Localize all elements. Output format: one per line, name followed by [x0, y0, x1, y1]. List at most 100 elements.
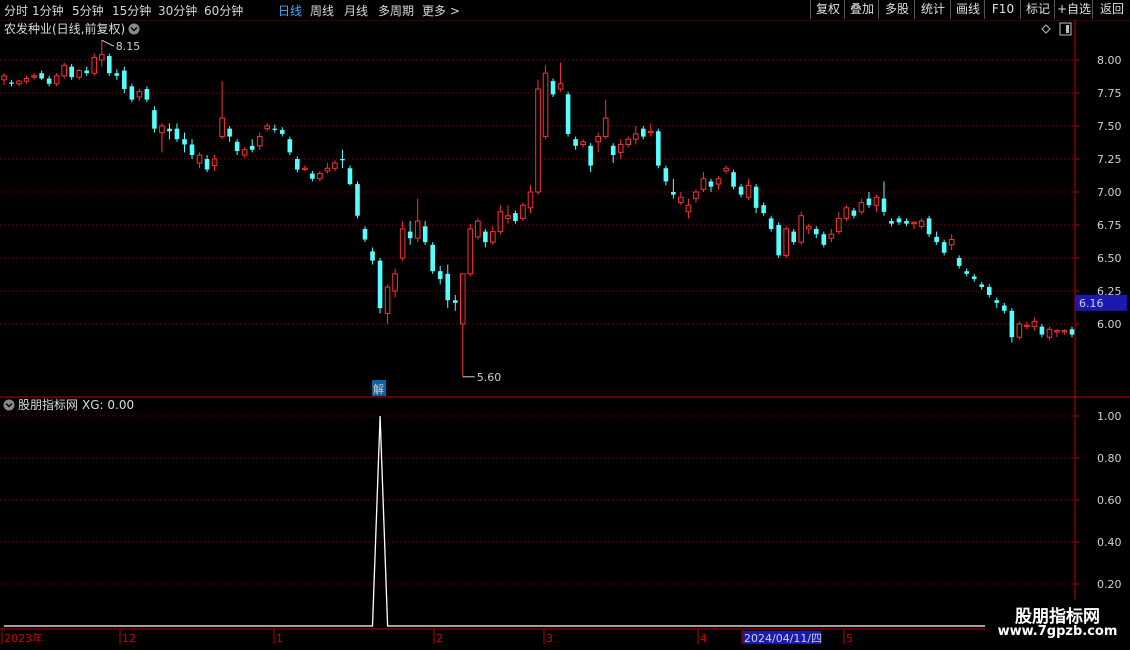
diamond-icon[interactable]: [1041, 24, 1051, 34]
candle-body: [821, 234, 827, 245]
candle-body: [370, 251, 375, 261]
candle-body: [971, 276, 977, 280]
watermark-logo: 股朋指标网 www.7gpzb.com: [985, 600, 1130, 650]
candle: [227, 126, 232, 142]
indicator-panel-title: 股朋指标网: [18, 397, 78, 412]
indicator-menu-icon[interactable]: [3, 399, 15, 411]
candle-body: [279, 129, 285, 134]
period-tab-10[interactable]: 更多 >: [422, 2, 460, 19]
candle-body: [459, 273, 466, 325]
candle: [889, 218, 894, 227]
candle-body: [347, 168, 353, 185]
price-tick-label: 8.00: [1097, 54, 1122, 67]
low-marker-label: 5.60: [477, 371, 502, 384]
period-tab-6[interactable]: 日线: [278, 2, 302, 19]
period-tab-3[interactable]: 15分钟: [112, 2, 151, 19]
candle: [948, 234, 955, 251]
indicator-tick-label: 0.20: [1097, 578, 1122, 591]
candle-body: [23, 77, 30, 82]
candle-body: [678, 196, 684, 204]
candle: [731, 169, 736, 190]
date-label: 1: [276, 632, 283, 645]
candle: [189, 139, 195, 159]
candle: [61, 62, 67, 79]
candle-body: [1009, 310, 1015, 338]
candle: [1, 73, 7, 86]
candle-body: [437, 271, 443, 280]
candle: [249, 139, 255, 153]
candle: [98, 40, 105, 67]
candle: [798, 211, 805, 245]
candle-body: [926, 218, 932, 235]
chevron-down-icon[interactable]: [128, 23, 140, 35]
period-tab-8[interactable]: 月线: [344, 2, 368, 19]
candle-body: [671, 192, 676, 195]
period-tab-5[interactable]: 60分钟: [204, 2, 243, 19]
toolbar-action-1[interactable]: 叠加: [844, 0, 879, 19]
candle-body: [219, 117, 225, 138]
candle: [971, 273, 977, 282]
candle: [843, 205, 850, 222]
candle-body: [1039, 326, 1045, 335]
candle: [129, 83, 135, 103]
candle-body: [430, 244, 436, 272]
candle-body: [520, 204, 526, 219]
toolbar-action-8[interactable]: 返回: [1092, 0, 1130, 19]
candle: [340, 149, 345, 169]
candle: [69, 63, 74, 80]
candle-body: [490, 231, 496, 243]
period-tab-1[interactable]: 1分钟: [32, 2, 64, 19]
candle: [445, 264, 451, 309]
price-tick-label: 6.00: [1097, 318, 1122, 331]
candle: [513, 210, 518, 224]
candle-body: [31, 75, 37, 78]
indicator-menu-icon-bg: [3, 399, 15, 411]
toolbar-action-6[interactable]: 标记: [1020, 0, 1055, 19]
candle: [377, 258, 383, 314]
candle-body: [1061, 330, 1068, 333]
candle: [700, 172, 707, 192]
candle-body: [362, 228, 368, 240]
candle: [422, 221, 428, 245]
period-tab-0[interactable]: 分时: [4, 2, 28, 19]
candle-body: [399, 228, 406, 259]
candle: [196, 152, 203, 169]
period-tab-7[interactable]: 周线: [310, 2, 334, 19]
candle: [550, 78, 556, 97]
candle: [873, 194, 880, 212]
period-tab-9[interactable]: 多周期: [378, 2, 414, 19]
candle: [84, 66, 90, 76]
price-tick-label: 7.00: [1097, 186, 1122, 199]
candle-body: [731, 172, 736, 187]
candle-body: [828, 233, 835, 239]
candle: [715, 176, 722, 190]
candle: [828, 228, 835, 243]
candle-body: [264, 125, 271, 130]
price-tick-label: 6.75: [1097, 219, 1122, 232]
candle: [399, 221, 406, 261]
candle: [738, 184, 744, 198]
candle-body: [355, 184, 360, 216]
toolbar-action-3[interactable]: 统计: [914, 0, 951, 19]
candle: [678, 192, 684, 206]
toolbar-action-2[interactable]: 多股: [878, 0, 915, 19]
candle: [31, 73, 37, 80]
candle-body: [211, 158, 218, 167]
candle-body: [46, 78, 52, 84]
toolbar-action-4[interactable]: 画线: [950, 0, 985, 19]
candle: [723, 165, 729, 174]
toolbar-action-7[interactable]: +自选: [1054, 0, 1093, 19]
event-badge[interactable]: 解: [373, 382, 384, 396]
candle: [234, 139, 240, 156]
candle-body: [189, 144, 195, 156]
panel-toggle-icon[interactable]: [1059, 22, 1072, 36]
candle: [625, 136, 632, 148]
candle-body: [979, 284, 985, 288]
period-tab-2[interactable]: 5分钟: [72, 2, 104, 19]
candle: [768, 215, 774, 232]
toolbar-action-5[interactable]: F10: [984, 0, 1021, 19]
period-tab-4[interactable]: 30分钟: [158, 2, 197, 19]
toolbar-action-0[interactable]: 复权: [810, 0, 845, 19]
candle-body: [934, 236, 939, 243]
candle-body: [761, 205, 766, 214]
